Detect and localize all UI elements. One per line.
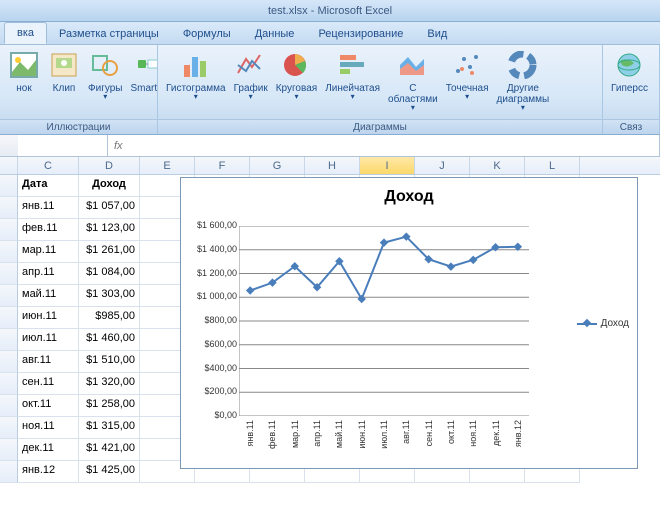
col-header-C[interactable]: C	[18, 157, 79, 174]
x-tick-label: сен.11	[424, 420, 434, 446]
pie-chart-icon	[280, 49, 312, 81]
globe-icon	[613, 49, 645, 81]
picture-button[interactable]: нок	[4, 47, 44, 96]
dropdown-icon: ▾	[521, 105, 525, 111]
y-tick-label: $0,00	[181, 410, 237, 420]
col-header-H[interactable]: H	[305, 157, 360, 174]
group-label-links: Связ	[603, 119, 659, 134]
formula-bar: fx	[0, 135, 660, 157]
pie-chart-button[interactable]: Круговая ▾	[272, 47, 321, 102]
y-tick-label: $800,00	[181, 315, 237, 325]
col-header-K[interactable]: K	[470, 157, 525, 174]
dropdown-icon: ▾	[194, 94, 198, 100]
formula-input[interactable]: fx	[108, 135, 660, 156]
x-tick-label: фев.11	[267, 420, 277, 449]
x-tick-label: дек.11	[491, 420, 501, 446]
group-label-charts: Диаграммы	[158, 119, 602, 134]
group-charts: Гистограмма ▾ График ▾ Круговая ▾ Линейч…	[158, 45, 603, 134]
dropdown-icon: ▾	[351, 94, 355, 100]
col-header-D[interactable]: D	[79, 157, 140, 174]
x-tick-label: авг.11	[401, 420, 411, 444]
group-links: Гиперсс Связ	[603, 45, 660, 134]
y-tick-label: $400,00	[181, 363, 237, 373]
group-illustrations: нок Клип Фигуры ▾ SmartArt Иллюстрации	[0, 45, 158, 134]
clip-icon	[48, 49, 80, 81]
y-tick-label: $200,00	[181, 386, 237, 396]
x-tick-label: ноя.11	[468, 420, 478, 447]
dropdown-icon: ▾	[103, 94, 107, 100]
y-tick-label: $600,00	[181, 339, 237, 349]
legend-label: Доход	[601, 318, 629, 329]
ribbon-tabs: вка Разметка страницы Формулы Данные Рец…	[0, 22, 660, 45]
x-tick-label: июн.11	[357, 420, 367, 449]
scatter-chart-icon	[451, 49, 483, 81]
col-header-G[interactable]: G	[250, 157, 305, 174]
line-chart-icon	[235, 49, 267, 81]
x-tick-label: июл.11	[379, 420, 389, 449]
x-tick-label: янв.12	[513, 420, 523, 447]
clip-button[interactable]: Клип	[44, 47, 84, 96]
smartart-icon	[134, 49, 158, 81]
chart-plot-area	[239, 226, 529, 416]
x-tick-label: янв.11	[245, 420, 255, 446]
shapes-button[interactable]: Фигуры ▾	[84, 47, 126, 102]
scatter-chart-button[interactable]: Точечная ▾	[442, 47, 493, 102]
title-bar: test.xlsx - Microsoft Excel	[0, 0, 660, 22]
tab-page-layout[interactable]: Разметка страницы	[47, 24, 171, 44]
bar-chart-button[interactable]: Линейчатая ▾	[321, 47, 384, 102]
x-tick-label: окт.11	[446, 420, 456, 444]
y-tick-label: $1 600,00	[181, 220, 237, 230]
col-header-J[interactable]: J	[415, 157, 470, 174]
col-header-I[interactable]: I	[360, 157, 415, 174]
hyperlink-button[interactable]: Гиперсс	[607, 47, 652, 96]
tab-view[interactable]: Вид	[415, 24, 459, 44]
smartart-button[interactable]: SmartArt	[126, 47, 158, 96]
col-header-L[interactable]: L	[525, 157, 580, 174]
dropdown-icon: ▾	[249, 94, 253, 100]
embedded-chart[interactable]: Доход $0,00 $200,00 $400,00 $600,00 $800,00 $…	[180, 177, 638, 469]
y-tick-label: $1 000,00	[181, 291, 237, 301]
line-chart-button[interactable]: График ▾	[230, 47, 272, 102]
name-box[interactable]	[18, 135, 108, 156]
col-header-E[interactable]: E	[140, 157, 195, 174]
worksheet[interactable]: CDEFGHIJKL ДатаДоходянв.11$1 057,00фев.1…	[0, 157, 660, 508]
x-tick-label: мар.11	[290, 420, 300, 448]
legend-marker-icon	[577, 319, 597, 329]
x-tick-label: апр.11	[312, 420, 322, 447]
other-charts-button[interactable]: Другие диаграммы ▾	[493, 47, 554, 113]
bar-chart-icon	[337, 49, 369, 81]
dropdown-icon: ▾	[294, 94, 298, 100]
x-tick-label: май.11	[334, 420, 344, 448]
column-headers: CDEFGHIJKL	[0, 157, 660, 175]
other-charts-icon	[507, 49, 539, 81]
chart-legend: Доход	[577, 318, 629, 329]
area-chart-icon	[397, 49, 429, 81]
dropdown-icon: ▾	[465, 94, 469, 100]
y-tick-label: $1 400,00	[181, 244, 237, 254]
y-tick-label: $1 200,00	[181, 268, 237, 278]
picture-icon	[8, 49, 40, 81]
tab-review[interactable]: Рецензирование	[306, 24, 415, 44]
tab-formulas[interactable]: Формулы	[171, 24, 243, 44]
ribbon: нок Клип Фигуры ▾ SmartArt Иллюстрации Г…	[0, 45, 660, 135]
dropdown-icon: ▾	[411, 105, 415, 111]
column-chart-icon	[180, 49, 212, 81]
column-chart-button[interactable]: Гистограмма ▾	[162, 47, 230, 102]
fx-icon: fx	[114, 140, 123, 152]
area-chart-button[interactable]: С областями ▾	[384, 47, 442, 113]
chart-title: Доход	[181, 178, 637, 206]
group-label-illustrations: Иллюстрации	[0, 119, 157, 134]
tab-insert[interactable]: вка	[4, 22, 47, 44]
shapes-icon	[89, 49, 121, 81]
col-header-F[interactable]: F	[195, 157, 250, 174]
tab-data[interactable]: Данные	[243, 24, 307, 44]
